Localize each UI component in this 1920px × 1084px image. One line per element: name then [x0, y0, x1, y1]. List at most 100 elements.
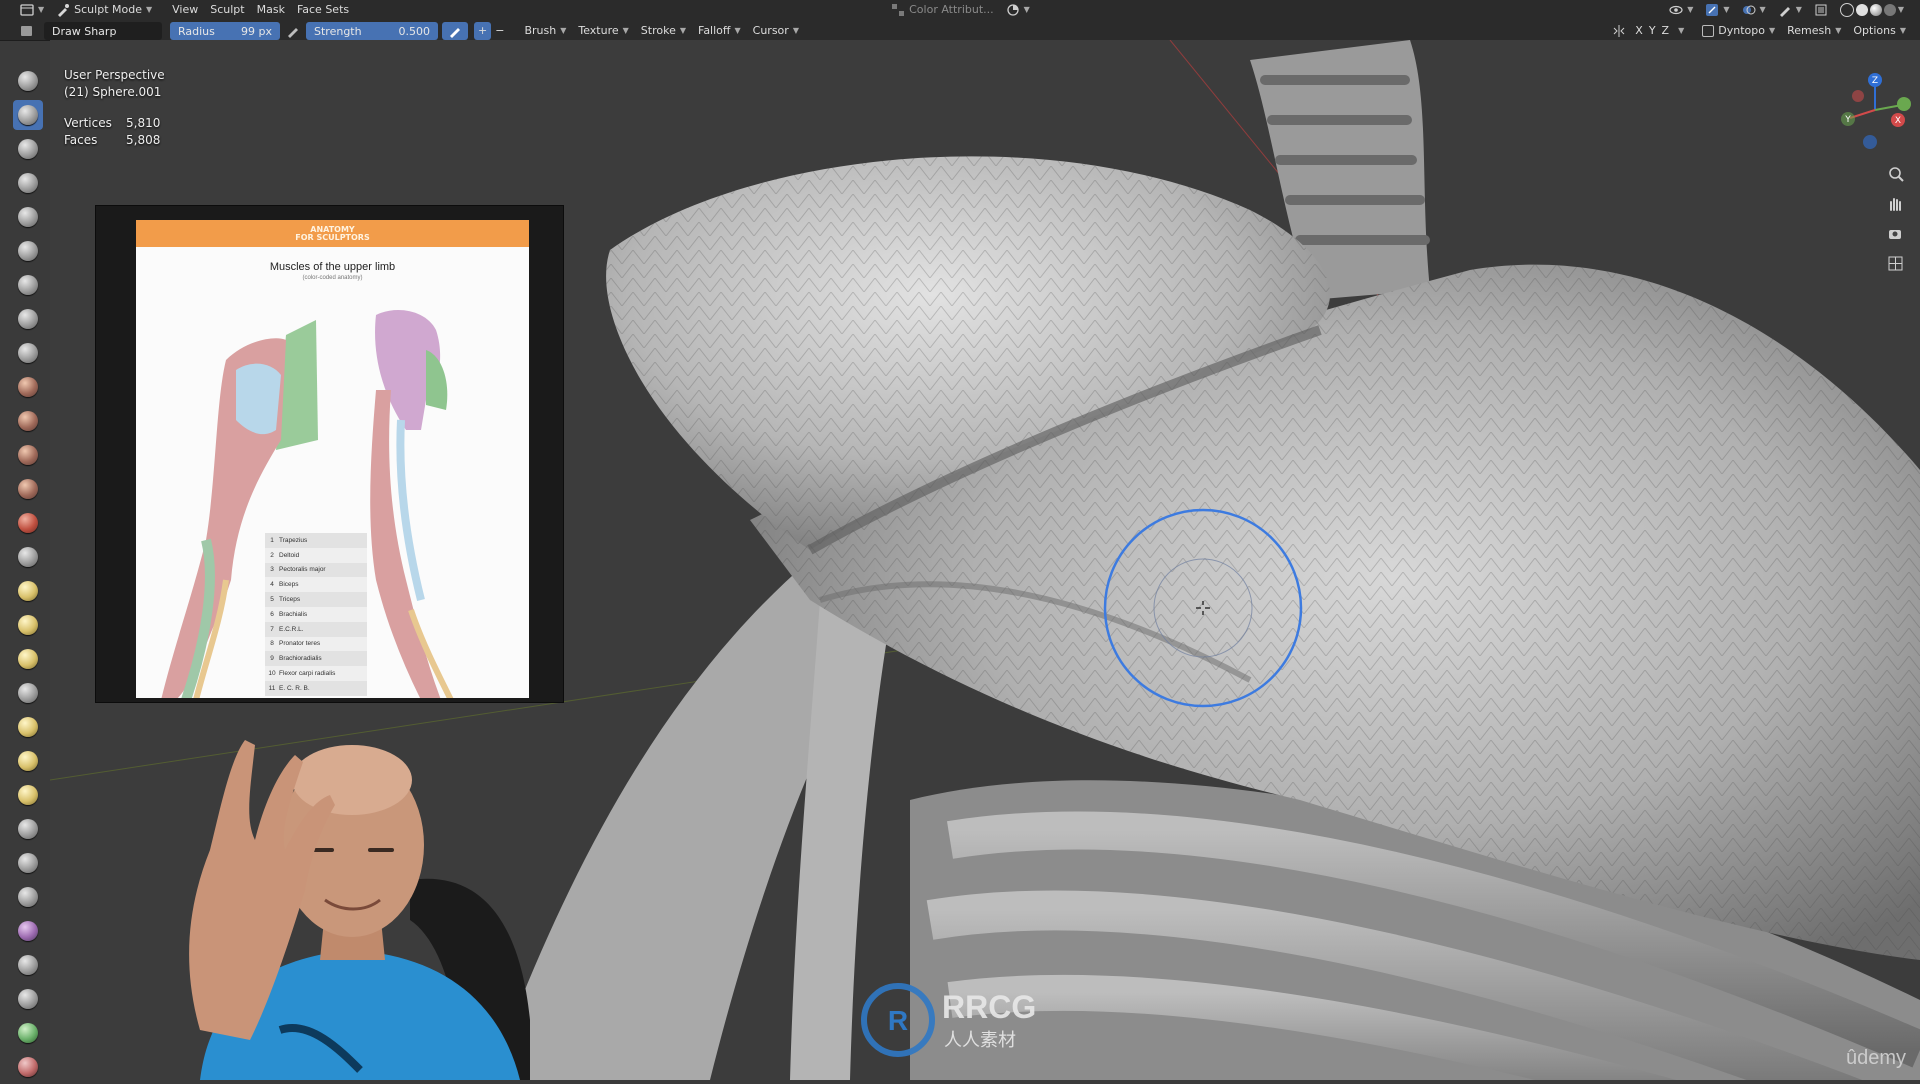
brush-dropdown[interactable]: Brush ▼	[518, 22, 572, 40]
solid-shading-icon[interactable]	[1855, 4, 1868, 16]
xray-toggle[interactable]	[1808, 1, 1834, 19]
falloff-dropdown[interactable]: Falloff ▼	[692, 22, 747, 40]
brush-icon-button[interactable]	[14, 22, 40, 40]
brush-sphere-icon	[18, 785, 38, 805]
remesh-dropdown[interactable]: Remesh ▼	[1781, 22, 1847, 40]
color-picker-dropdown[interactable]: ▼	[1000, 1, 1036, 19]
tool-nudge[interactable]	[13, 746, 43, 776]
tool-simplify[interactable]	[13, 916, 43, 946]
dyntopo-checkbox[interactable]	[1702, 25, 1715, 37]
direction-add-button[interactable]: +	[474, 22, 492, 40]
reference-image-panel[interactable]: ANATOMY FOR SCULPTORS Muscles of the upp…	[95, 205, 564, 703]
active-object-label: (21) Sphere.001	[64, 85, 162, 99]
tool-scrape[interactable]	[13, 474, 43, 504]
tool-boundary[interactable]	[13, 848, 43, 878]
shading-modes[interactable]: ▼	[1834, 1, 1910, 19]
falloff-dropdown-label: Falloff	[698, 24, 731, 37]
tool-slide-relax[interactable]	[13, 814, 43, 844]
tool-crease[interactable]	[13, 338, 43, 368]
stat-row: Faces 5,808	[64, 133, 160, 150]
legend-row: 4 Biceps	[265, 577, 367, 593]
sculpt-brush-icon	[58, 4, 70, 17]
options-dropdown[interactable]: Options ▼	[1847, 22, 1912, 40]
legend-row: 6 Brachialis	[265, 606, 367, 622]
axis-orientation-gizmo[interactable]: Z Y X	[1830, 70, 1920, 280]
editor-type-button[interactable]: ▼	[14, 1, 50, 19]
tool-blob[interactable]	[13, 304, 43, 334]
xray-dropdown[interactable]: ▼	[1772, 1, 1808, 19]
reference-title: Muscles of the upper limb	[269, 261, 396, 273]
visibility-dropdown[interactable]: ▼	[1663, 1, 1699, 19]
tool-draw[interactable]	[13, 66, 43, 96]
legend-name: Pectoralis major	[279, 566, 326, 574]
tool-layer[interactable]	[13, 236, 43, 266]
tool-fill[interactable]	[13, 440, 43, 470]
tool-elastic-deform[interactable]	[13, 610, 43, 640]
tool-multiplane-scrape[interactable]	[13, 508, 43, 538]
tool-mask[interactable]	[13, 950, 43, 980]
brush-sphere-icon	[18, 105, 38, 125]
legend-number: 11	[268, 684, 276, 692]
legend-row: 1 Trapezius	[265, 533, 367, 548]
strength-label: Strength	[314, 24, 362, 38]
direction-subtract-button[interactable]: −	[491, 22, 508, 40]
menu-view[interactable]: View	[166, 1, 204, 19]
legend-row: 10 Flexor carpi radialis	[265, 666, 367, 681]
tool-flatten[interactable]	[13, 406, 43, 436]
tool-rotate[interactable]	[13, 780, 43, 810]
wireframe-shading-icon[interactable]	[1839, 3, 1854, 17]
tool-clay[interactable]	[13, 134, 43, 164]
cursor-dropdown[interactable]: Cursor ▼	[747, 22, 805, 40]
legend-row: 11 E. C. R. B.	[265, 680, 367, 696]
tool-snake-hook[interactable]	[13, 644, 43, 674]
brush-sphere-icon	[18, 173, 38, 193]
menu-mask[interactable]: Mask	[251, 1, 291, 19]
strength-value: 0.500	[398, 24, 431, 38]
radius-pressure-toggle[interactable]	[280, 22, 306, 40]
strength-pressure-toggle[interactable]	[442, 22, 468, 40]
chevron-down-icon: ▼	[1678, 26, 1685, 35]
symmetry-y-toggle[interactable]: Y	[1646, 22, 1659, 40]
navigation-gizmo[interactable]: Z Y X	[1830, 70, 1920, 271]
chevron-down-icon: ▼	[145, 5, 153, 14]
color-attribute-dropdown[interactable]: Color Attribut...	[885, 1, 1000, 19]
tool-draw-sharp[interactable]	[13, 100, 43, 130]
overlay-toggle[interactable]: ▼	[1736, 1, 1772, 19]
mode-label: Sculpt Mode	[74, 3, 142, 16]
tool-cloth[interactable]	[13, 882, 43, 912]
texture-dropdown[interactable]: Texture ▼	[572, 22, 634, 40]
chevron-down-icon: ▼	[1899, 26, 1906, 35]
tool-grab[interactable]	[13, 576, 43, 606]
tool-pose[interactable]	[13, 712, 43, 742]
menu-face-sets[interactable]: Face Sets	[291, 1, 355, 19]
tool-multires-displacement[interactable]	[13, 1018, 43, 1048]
reference-logo: ANATOMY FOR SCULPTORS	[295, 224, 370, 242]
tool-pinch[interactable]	[13, 542, 43, 572]
radius-field[interactable]: Radius 99 px	[170, 22, 280, 40]
mode-dropdown[interactable]: Sculpt Mode ▼	[50, 1, 158, 19]
material-shading-icon[interactable]	[1869, 4, 1882, 16]
tool-paint[interactable]	[13, 1052, 43, 1082]
dyntopo-toggle[interactable]: Dyntopo ▼	[1696, 22, 1781, 40]
tool-draw-face-sets[interactable]	[13, 984, 43, 1014]
brush-name-field[interactable]: Draw Sharp	[44, 22, 162, 40]
tool-thumb[interactable]	[13, 678, 43, 708]
symmetry-dropdown[interactable]: ▼	[1672, 22, 1690, 40]
rendered-shading-icon[interactable]	[1883, 4, 1896, 16]
strength-field[interactable]: Strength 0.500	[306, 22, 438, 40]
radius-value: 99 px	[241, 24, 272, 38]
stroke-dropdown[interactable]: Stroke ▼	[635, 22, 692, 40]
gizmo-toggle[interactable]: ▼	[1699, 1, 1735, 19]
color-attribute-icon	[892, 4, 905, 16]
tool-clay-strips[interactable]	[13, 168, 43, 198]
symmetry-x-toggle[interactable]: X	[1632, 22, 1646, 40]
symmetry-z-toggle[interactable]: Z	[1659, 22, 1673, 40]
minus-icon: −	[495, 24, 505, 37]
brush-sphere-icon	[18, 275, 38, 295]
tool-inflate[interactable]	[13, 270, 43, 300]
legend-number: 8	[270, 640, 274, 648]
tool-clay-thumb[interactable]	[13, 202, 43, 232]
menu-sculpt[interactable]: Sculpt	[204, 1, 250, 19]
tool-smooth[interactable]	[13, 372, 43, 402]
symmetry-lock-button[interactable]	[1606, 22, 1632, 40]
